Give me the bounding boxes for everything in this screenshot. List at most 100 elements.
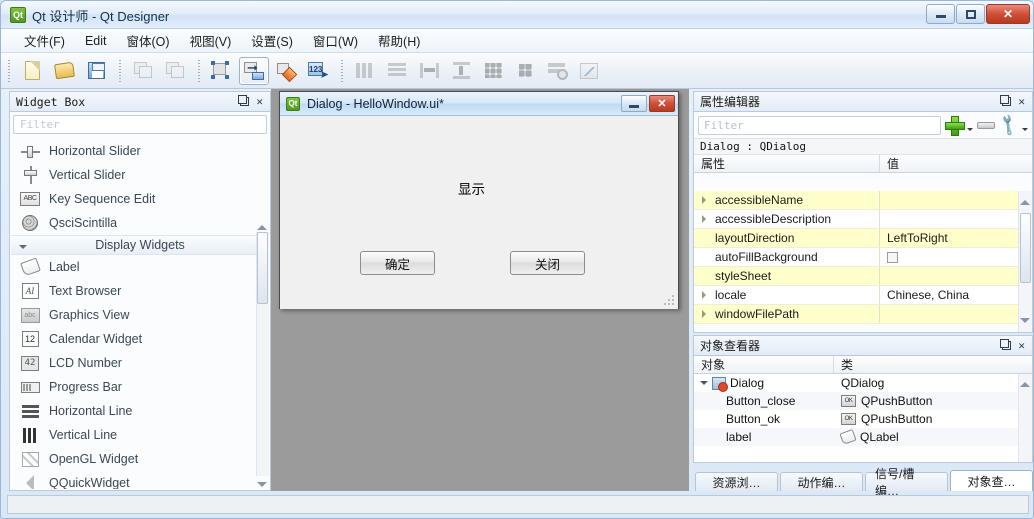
close-icon[interactable]: ✕ (1018, 340, 1025, 351)
restore-icon[interactable] (1000, 339, 1012, 350)
property-row[interactable]: accessibleName (694, 191, 1018, 210)
restore-icon[interactable] (238, 95, 250, 106)
edit-tab-order-button[interactable]: 123 ➤ (303, 57, 333, 85)
object-tree-row[interactable]: Button_ok OK QPushButton (694, 410, 1032, 428)
layout-grid-button[interactable] (478, 57, 508, 85)
object-inspector-scrollbar[interactable] (1018, 374, 1032, 462)
layout-horizontally-button[interactable] (350, 57, 380, 85)
widget-item-vertical-slider[interactable]: Vertical Slider (11, 163, 269, 187)
chevron-down-icon[interactable] (967, 128, 974, 134)
scroll-up-icon[interactable] (1020, 377, 1030, 387)
widget-item-text-browser[interactable]: AI Text Browser (11, 279, 269, 303)
property-row[interactable]: styleSheet (694, 267, 1018, 286)
layout-splitter-horizontal-button[interactable] (414, 57, 444, 85)
scroll-down-icon[interactable] (1020, 318, 1030, 328)
menu-file[interactable]: 文件(F) (15, 28, 74, 53)
scrollbar-thumb[interactable] (1020, 213, 1031, 283)
toolbar-grip[interactable] (339, 59, 346, 82)
expand-triangle-icon[interactable] (702, 215, 710, 223)
adjust-size-button[interactable] (574, 57, 604, 85)
edit-signals-slots-button[interactable]: ➞ (239, 56, 269, 85)
close-icon[interactable]: ✕ (256, 96, 263, 107)
menu-view[interactable]: 视图(V) (181, 28, 241, 53)
widget-item-opengl-widget[interactable]: OpenGL Widget (11, 447, 269, 471)
tab-signal-slot-editor[interactable]: 信号/槽编… (865, 467, 948, 498)
design-dialog-minimize-button[interactable] (621, 95, 647, 112)
property-value[interactable] (880, 305, 1018, 323)
object-tree-row[interactable]: Button_close OK QPushButton (694, 392, 1032, 410)
minus-icon[interactable] (977, 121, 996, 129)
resize-grip-icon[interactable] (663, 295, 675, 307)
break-layout-button[interactable] (542, 57, 572, 85)
open-file-button[interactable] (49, 57, 79, 85)
property-row[interactable]: layoutDirection LeftToRight (694, 229, 1018, 248)
widget-item-qsciscintilla[interactable]: QsciScintilla (11, 211, 269, 235)
property-value[interactable]: LeftToRight (880, 229, 1018, 247)
property-filter-input[interactable]: Filter (698, 115, 942, 135)
widget-item-key-sequence-edit[interactable]: ABC Key Sequence Edit (11, 187, 269, 211)
scroll-up-icon[interactable] (1020, 195, 1030, 205)
restore-icon[interactable] (1000, 95, 1012, 106)
menu-edit[interactable]: Edit (76, 31, 116, 51)
widget-category-display-widgets[interactable]: Display Widgets (11, 235, 269, 255)
property-value[interactable] (880, 191, 1018, 209)
design-dialog-close-button[interactable]: ✕ (649, 95, 675, 112)
wrench-icon[interactable]: 🔧 (996, 112, 1022, 138)
design-dialog-canvas[interactable]: 显示 确定 关闭 (280, 116, 678, 309)
widget-item-calendar-widget[interactable]: 12 Calendar Widget (11, 327, 269, 351)
design-dialog-window[interactable]: Qt Dialog - HelloWindow.ui* ✕ 显示 确定 关闭 (279, 91, 679, 309)
close-button[interactable]: ✕ (986, 4, 1030, 24)
property-row[interactable]: locale Chinese, China (694, 286, 1018, 305)
property-value[interactable] (880, 248, 1018, 266)
design-workspace[interactable]: Qt Dialog - HelloWindow.ui* ✕ 显示 确定 关闭 (271, 89, 689, 491)
tab-action-editor[interactable]: 动作编… (780, 472, 863, 491)
menu-settings[interactable]: 设置(S) (242, 28, 302, 53)
expand-triangle-icon[interactable] (702, 196, 710, 204)
toolbar-grip[interactable] (196, 59, 203, 82)
property-value[interactable] (880, 267, 1018, 285)
dialog-ok-button[interactable]: 确定 (360, 251, 435, 275)
edit-widgets-button[interactable] (207, 57, 237, 85)
edit-buddies-button[interactable] (271, 57, 301, 85)
property-row[interactable]: windowFilePath (694, 305, 1018, 324)
scroll-down-icon[interactable] (257, 482, 267, 490)
close-icon[interactable]: ✕ (1018, 96, 1025, 107)
widget-item-qquickwidget[interactable]: QQuickWidget (11, 471, 269, 489)
scrollbar-thumb[interactable] (257, 232, 268, 304)
dialog-close-button[interactable]: 关闭 (510, 251, 585, 275)
expand-triangle-icon[interactable] (702, 291, 710, 299)
property-value[interactable]: Chinese, China (880, 286, 1018, 304)
checkbox-icon[interactable] (887, 251, 898, 263)
toolbar-grip[interactable] (6, 59, 13, 82)
toolbar-grip[interactable] (117, 59, 124, 82)
collapse-triangle-icon[interactable] (700, 381, 708, 389)
undo-button[interactable] (128, 57, 158, 85)
chevron-down-icon[interactable] (1022, 128, 1028, 134)
object-tree-row[interactable]: Dialog QDialog (694, 374, 1032, 392)
minimize-button[interactable] (926, 4, 955, 24)
menu-form[interactable]: 窗体(O) (118, 28, 179, 53)
scroll-up-icon[interactable] (257, 220, 267, 230)
property-row[interactable]: autoFillBackground (694, 248, 1018, 267)
menu-help[interactable]: 帮助(H) (369, 28, 429, 53)
widget-item-horizontal-line[interactable]: Horizontal Line (11, 399, 269, 423)
widget-item-label[interactable]: Label (11, 255, 269, 279)
dialog-label[interactable]: 显示 (458, 178, 485, 198)
widget-item-lcd-number[interactable]: 42 LCD Number (11, 351, 269, 375)
widget-box-filter-input[interactable]: Filter (13, 115, 267, 134)
maximize-button[interactable] (956, 4, 985, 24)
new-file-button[interactable] (17, 57, 47, 85)
expand-triangle-icon[interactable] (702, 310, 710, 318)
tab-resource-browser[interactable]: 资源浏… (695, 472, 778, 491)
layout-vertically-button[interactable] (382, 57, 412, 85)
property-value[interactable] (880, 210, 1018, 228)
widget-item-vertical-line[interactable]: Vertical Line (11, 423, 269, 447)
widget-item-progress-bar[interactable]: Progress Bar (11, 375, 269, 399)
layout-form-button[interactable] (510, 57, 540, 85)
widget-box-scrollbar[interactable] (256, 225, 269, 487)
plus-icon[interactable] (945, 116, 966, 136)
object-tree-row[interactable]: label QLabel (694, 428, 1032, 446)
tab-object-inspector[interactable]: 对象查… (950, 470, 1033, 491)
property-row[interactable]: accessibleDescription (694, 210, 1018, 229)
property-editor-scrollbar[interactable] (1018, 191, 1032, 332)
